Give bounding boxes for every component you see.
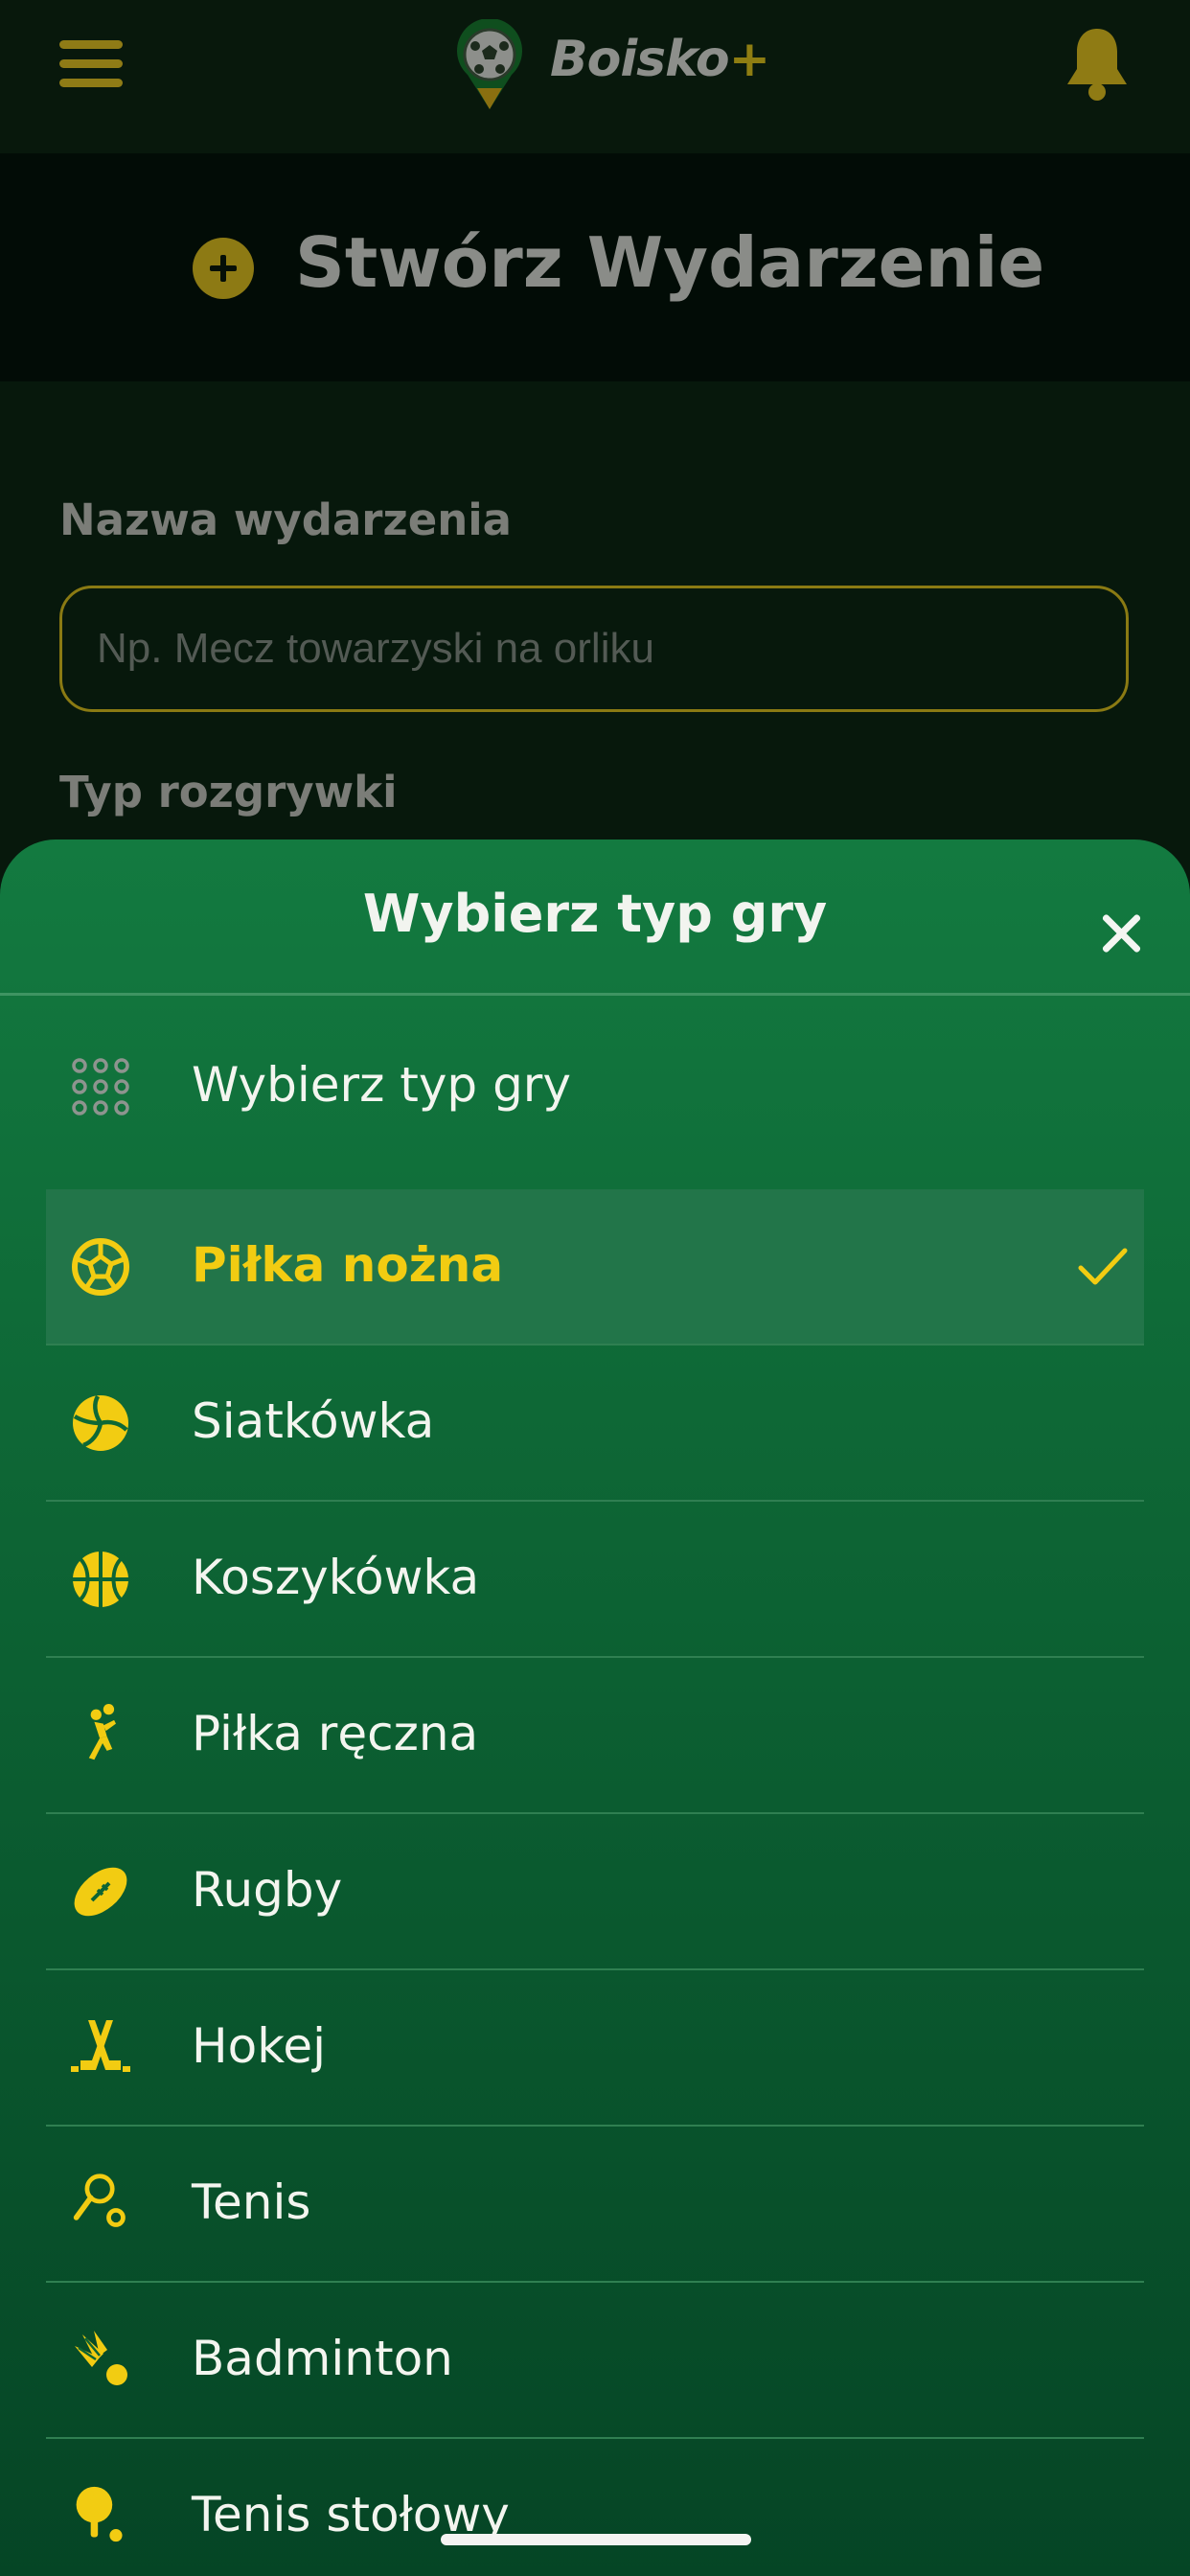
plus-circle-icon xyxy=(193,238,254,299)
event-name-input[interactable] xyxy=(59,586,1129,712)
basketball-icon xyxy=(73,1552,128,1607)
option-label: Koszykówka xyxy=(192,1550,480,1605)
option-label: Tenis xyxy=(192,2174,311,2230)
handball-player-icon xyxy=(88,1704,116,1760)
app-name-plus: + xyxy=(728,31,771,88)
option-placeholder[interactable]: Wybierz typ gry xyxy=(46,996,1144,1189)
home-indicator[interactable] xyxy=(441,2534,751,2545)
option-tennis[interactable]: Tenis xyxy=(46,2127,1144,2283)
soccer-ball-icon xyxy=(72,1238,129,1296)
event-name-label: Nazwa wydarzenia xyxy=(59,494,513,545)
tennis-racket-icon xyxy=(73,2174,126,2227)
grid-dots-icon xyxy=(72,1058,129,1116)
table-tennis-icon xyxy=(76,2486,123,2542)
option-rugby[interactable]: Rugby xyxy=(46,1814,1144,1970)
bell-icon[interactable] xyxy=(1064,25,1131,102)
option-badminton[interactable]: Badminton xyxy=(46,2283,1144,2439)
app-name: Boisko+ xyxy=(550,31,771,88)
option-label: Wybierz typ gry xyxy=(192,1057,571,1113)
option-label: Badminton xyxy=(192,2331,453,2386)
hockey-sticks-icon xyxy=(71,2020,130,2072)
check-icon xyxy=(1078,1248,1128,1285)
option-hockey[interactable]: Hokej xyxy=(46,1970,1144,2127)
option-label: Rugby xyxy=(192,1862,343,1918)
game-type-bottom-sheet: Wybierz typ gry Wybierz typ gry Piłka no… xyxy=(0,840,1190,2576)
top-app-bar: Boisko+ xyxy=(0,0,1190,153)
sheet-title: Wybierz typ gry xyxy=(362,884,828,944)
menu-icon[interactable] xyxy=(59,40,123,88)
page-title: Stwórz Wydarzenie xyxy=(295,222,1045,303)
app-logo: Boisko+ xyxy=(454,15,770,111)
volleyball-icon xyxy=(73,1394,128,1451)
option-handball[interactable]: Piłka ręczna xyxy=(46,1658,1144,1814)
rugby-ball-icon xyxy=(74,1867,127,1917)
game-type-label: Typ rozgrywki xyxy=(59,767,398,817)
option-label: Siatkówka xyxy=(192,1393,435,1449)
sheet-header: Wybierz typ gry xyxy=(0,840,1190,996)
close-icon[interactable] xyxy=(1098,910,1144,956)
option-table-tennis[interactable]: Tenis stołowy xyxy=(46,2439,1144,2576)
soccer-ball-pin-logo-icon xyxy=(457,19,522,109)
option-label: Piłka ręczna xyxy=(192,1706,479,1761)
option-soccer[interactable]: Piłka nożna xyxy=(46,1189,1144,1346)
shuttlecock-icon xyxy=(75,2331,127,2385)
option-label: Piłka nożna xyxy=(192,1237,504,1293)
option-basketball[interactable]: Koszykówka xyxy=(46,1502,1144,1658)
option-volleyball[interactable]: Siatkówka xyxy=(46,1346,1144,1502)
option-label: Hokej xyxy=(192,2018,327,2074)
